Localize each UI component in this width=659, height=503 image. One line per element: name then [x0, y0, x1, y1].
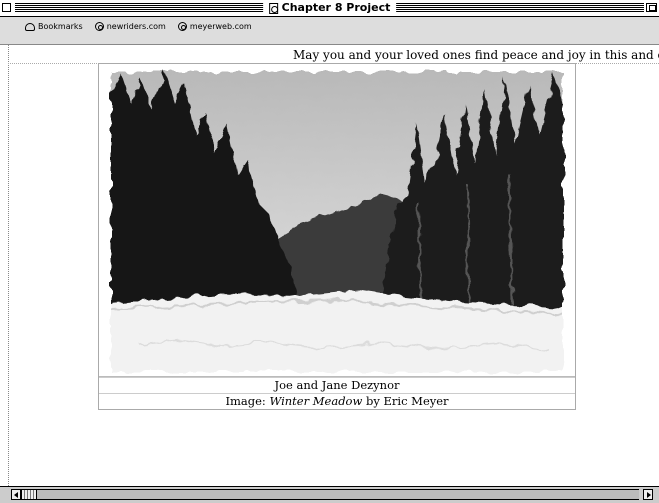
scrollbar-thumb[interactable]: [21, 489, 37, 500]
bookmark-meyerweb-label: meyerweb.com: [189, 22, 252, 31]
globe-icon: [177, 22, 187, 31]
horizontal-scrollbar[interactable]: [0, 486, 659, 503]
bookmark-meyerweb[interactable]: meyerweb.com: [177, 22, 252, 31]
bookmarks-bar: Bookmarks newriders.com meyerweb.com: [25, 22, 252, 31]
credit-title: Winter Meadow: [269, 394, 363, 408]
zoom-box-icon[interactable]: [646, 3, 657, 12]
photo-table: Joe and Jane Dezynor Image: Winter Meado…: [98, 63, 576, 410]
bookmarks-toolbar: Bookmarks newriders.com meyerweb.com: [0, 17, 659, 45]
globe-icon: [94, 22, 104, 31]
close-box-icon[interactable]: [2, 3, 11, 12]
bookmarks-button[interactable]: Bookmarks: [25, 22, 83, 31]
image-credit: Image: Winter Meadow by Eric Meyer: [99, 393, 575, 409]
credit-suffix: by Eric Meyer: [362, 394, 449, 408]
window-title-text: Chapter 8 Project: [281, 1, 391, 14]
bookmarks-label: Bookmarks: [38, 22, 83, 31]
page-content: May you and your loved ones find peace a…: [0, 45, 659, 486]
window-titlebar[interactable]: Chapter 8 Project: [0, 0, 659, 17]
bookmarks-icon: [25, 22, 35, 31]
bookmark-newriders[interactable]: newriders.com: [94, 22, 166, 31]
names-caption: Joe and Jane Dezynor: [99, 377, 575, 393]
scrollbar-track[interactable]: [37, 489, 639, 500]
greeting-text: May you and your loved ones find peace a…: [293, 48, 659, 62]
document-icon: [268, 2, 278, 14]
photo-cell: [99, 64, 575, 377]
window-title: Chapter 8 Project: [262, 1, 397, 15]
content-left-border: [8, 45, 9, 486]
grow-box[interactable]: [654, 489, 659, 500]
scroll-right-arrow-icon[interactable]: [643, 489, 653, 500]
scroll-left-arrow-icon[interactable]: [11, 489, 21, 500]
bookmark-newriders-label: newriders.com: [106, 22, 166, 31]
winter-meadow-image: [99, 64, 575, 376]
credit-prefix: Image:: [225, 394, 270, 408]
